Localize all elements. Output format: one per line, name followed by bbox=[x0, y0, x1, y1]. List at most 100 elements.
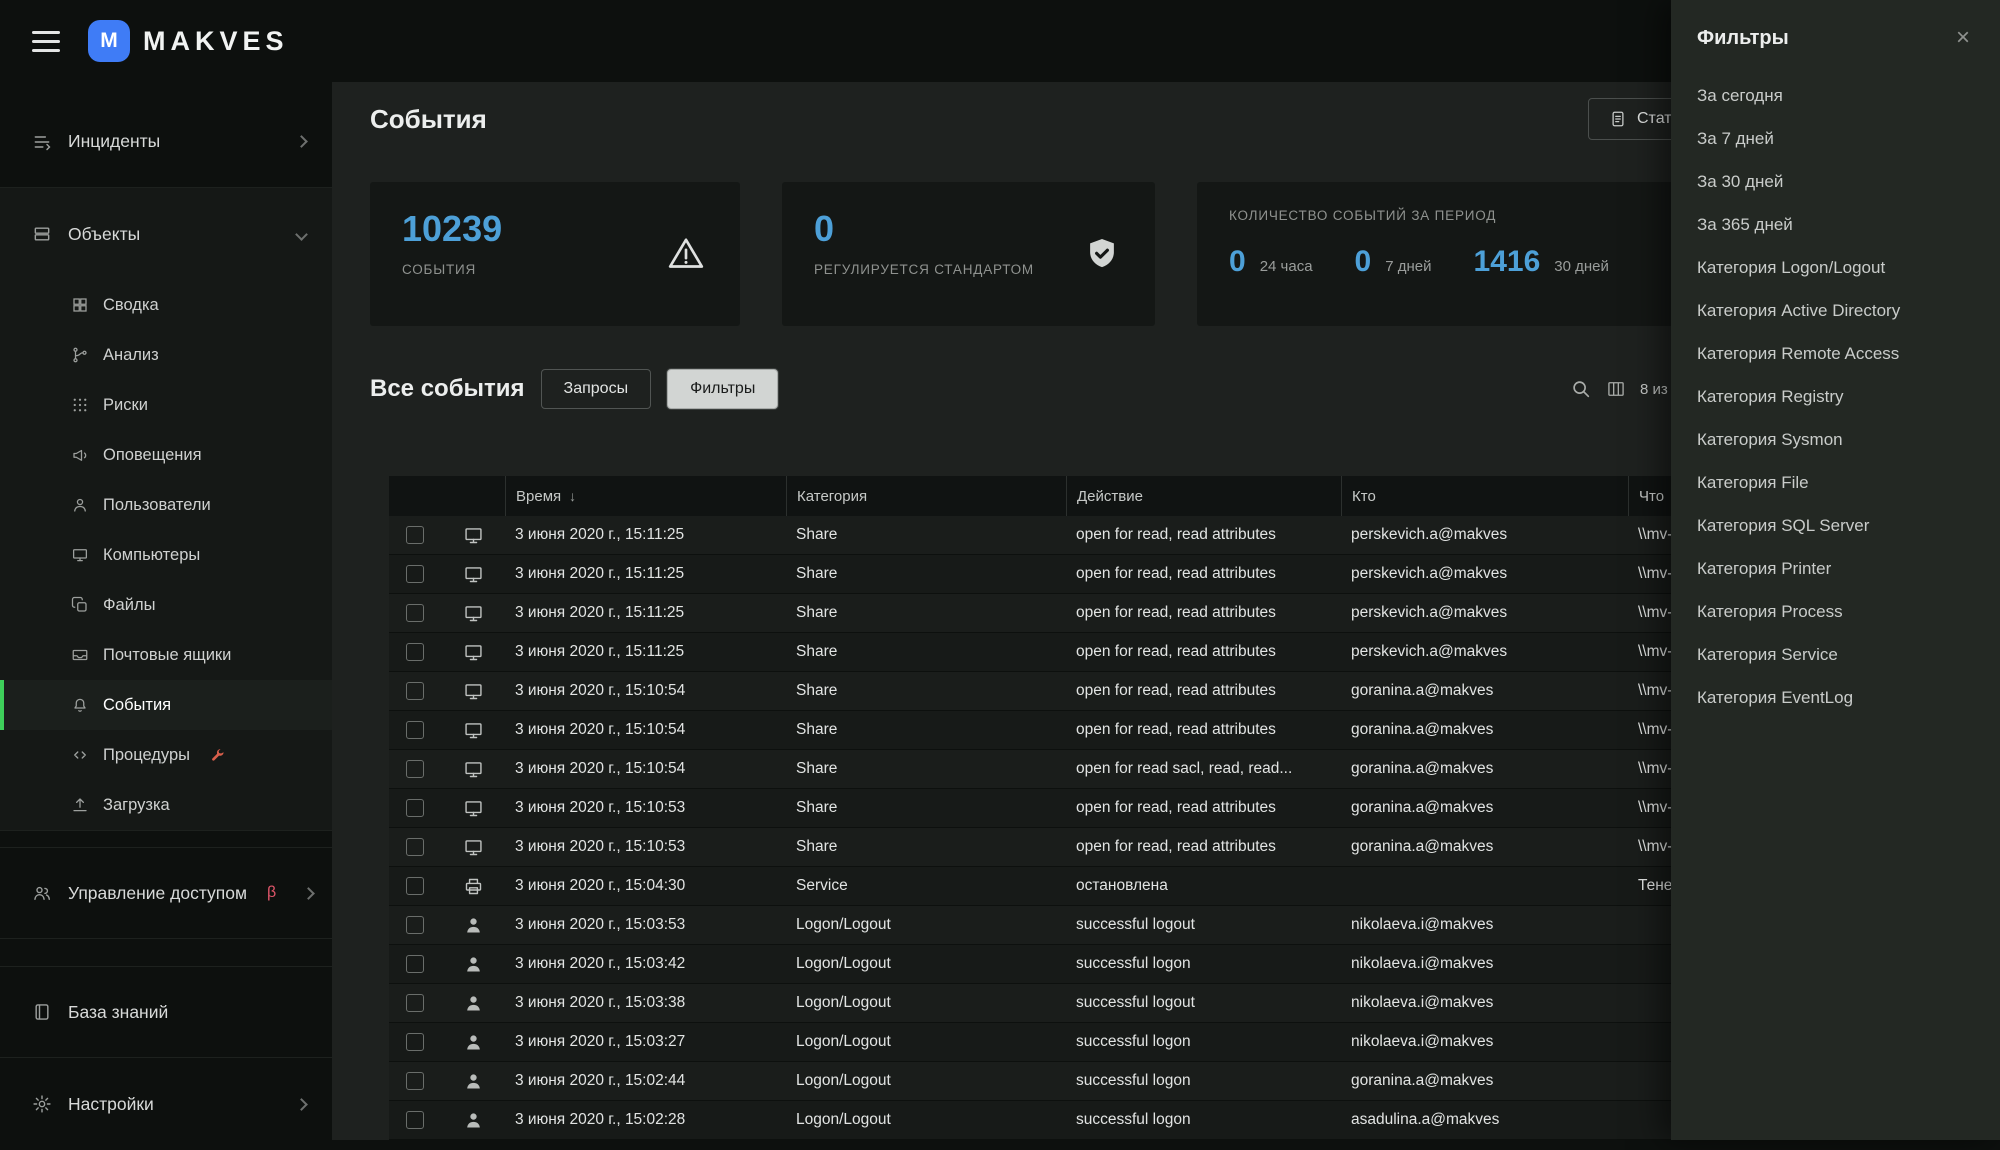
cell-who: goranina.a@makves bbox=[1341, 760, 1628, 778]
sidebar-item-computers[interactable]: Компьютеры bbox=[0, 530, 332, 580]
row-checkbox[interactable] bbox=[406, 604, 424, 622]
sidebar-item-events[interactable]: События bbox=[0, 680, 332, 730]
sidebar-item-summary[interactable]: Сводка bbox=[0, 280, 332, 330]
sidebar-item-knowledge-base[interactable]: База знаний bbox=[0, 966, 332, 1058]
menu-icon[interactable] bbox=[32, 25, 60, 58]
filter-option[interactable]: За 30 дней bbox=[1671, 160, 2000, 203]
column-header-action[interactable]: Действие bbox=[1066, 476, 1341, 516]
cell-action: open for read, read attributes bbox=[1066, 643, 1341, 661]
computer-icon bbox=[463, 564, 484, 585]
row-checkbox[interactable] bbox=[406, 916, 424, 934]
cell-category: Share bbox=[786, 526, 1066, 544]
bell-icon bbox=[71, 696, 89, 714]
sidebar-item-incidents[interactable]: Инциденты bbox=[0, 96, 332, 188]
row-checkbox[interactable] bbox=[406, 799, 424, 817]
sidebar-item-files[interactable]: Файлы bbox=[0, 580, 332, 630]
user-icon bbox=[463, 1110, 484, 1131]
search-icon[interactable] bbox=[1570, 378, 1592, 400]
close-icon[interactable]: × bbox=[1956, 26, 1970, 50]
filter-option[interactable]: Категория Process bbox=[1671, 590, 2000, 633]
filter-option[interactable]: За 7 дней bbox=[1671, 117, 2000, 160]
row-checkbox[interactable] bbox=[406, 1111, 424, 1129]
cell-who: goranina.a@makves bbox=[1341, 721, 1628, 739]
filter-option[interactable]: Категория Sysmon bbox=[1671, 418, 2000, 461]
filter-option[interactable]: Категория Active Directory bbox=[1671, 289, 2000, 332]
cell-action: successful logout bbox=[1066, 994, 1341, 1012]
column-header-category[interactable]: Категория bbox=[786, 476, 1066, 516]
filter-option[interactable]: Категория SQL Server bbox=[1671, 504, 2000, 547]
row-checkbox[interactable] bbox=[406, 682, 424, 700]
cell-action: open for read, read attributes bbox=[1066, 721, 1341, 739]
cell-category: Logon/Logout bbox=[786, 1033, 1066, 1051]
sidebar-item-mailboxes[interactable]: Почтовые ящики bbox=[0, 630, 332, 680]
row-checkbox[interactable] bbox=[406, 1033, 424, 1051]
row-checkbox[interactable] bbox=[406, 838, 424, 856]
brand-logo[interactable]: M MAKVES bbox=[88, 20, 289, 62]
cell-action: open for read, read attributes bbox=[1066, 604, 1341, 622]
filter-option[interactable]: За 365 дней bbox=[1671, 203, 2000, 246]
sidebar: Инциденты Объекты Сводка Анализ Риски Оп… bbox=[0, 82, 332, 1140]
column-header-time[interactable]: Время ↓ bbox=[505, 476, 786, 516]
filter-option[interactable]: Категория Remote Access bbox=[1671, 332, 2000, 375]
chevron-down-icon bbox=[295, 228, 308, 241]
header-icon-cell bbox=[441, 476, 505, 516]
sidebar-item-analysis[interactable]: Анализ bbox=[0, 330, 332, 380]
cell-who: perskevich.a@makves bbox=[1341, 565, 1628, 583]
sidebar-item-risks[interactable]: Риски bbox=[0, 380, 332, 430]
sidebar-item-procedures[interactable]: Процедуры bbox=[0, 730, 332, 780]
computer-icon bbox=[463, 720, 484, 741]
period-7d-label: 7 дней bbox=[1385, 258, 1431, 275]
dashboard-icon bbox=[71, 296, 89, 314]
filter-option[interactable]: За сегодня bbox=[1671, 74, 2000, 117]
sidebar-item-objects[interactable]: Объекты bbox=[0, 188, 332, 280]
cell-who: goranina.a@makves bbox=[1341, 838, 1628, 856]
row-checkbox[interactable] bbox=[406, 760, 424, 778]
sidebar-item-users[interactable]: Пользователи bbox=[0, 480, 332, 530]
filters-button[interactable]: Фильтры bbox=[667, 369, 778, 409]
printer-icon bbox=[463, 876, 484, 897]
row-checkbox[interactable] bbox=[406, 565, 424, 583]
row-checkbox[interactable] bbox=[406, 1072, 424, 1090]
filter-option[interactable]: Категория Service bbox=[1671, 633, 2000, 676]
column-label: Что bbox=[1639, 488, 1664, 505]
filter-option[interactable]: Категория Printer bbox=[1671, 547, 2000, 590]
filter-option[interactable]: Категория Registry bbox=[1671, 375, 2000, 418]
row-checkbox[interactable] bbox=[406, 526, 424, 544]
row-checkbox[interactable] bbox=[406, 994, 424, 1012]
computer-icon bbox=[463, 642, 484, 663]
computer-icon bbox=[463, 759, 484, 780]
cell-action: open for read, read attributes bbox=[1066, 565, 1341, 583]
cell-time: 3 июня 2020 г., 15:10:54 bbox=[505, 721, 786, 739]
computer-icon bbox=[463, 525, 484, 546]
filter-option[interactable]: Категория Logon/Logout bbox=[1671, 246, 2000, 289]
brand-name: MAKVES bbox=[143, 26, 289, 57]
row-checkbox[interactable] bbox=[406, 721, 424, 739]
book-icon bbox=[32, 1002, 52, 1022]
row-checkbox[interactable] bbox=[406, 643, 424, 661]
megaphone-icon bbox=[71, 446, 89, 464]
column-header-who[interactable]: Кто bbox=[1341, 476, 1628, 516]
sidebar-item-upload[interactable]: Загрузка bbox=[0, 780, 332, 830]
cell-time: 3 июня 2020 г., 15:11:25 bbox=[505, 526, 786, 544]
filter-option[interactable]: Категория File bbox=[1671, 461, 2000, 504]
row-checkbox[interactable] bbox=[406, 955, 424, 973]
dots-grid-icon bbox=[71, 396, 89, 414]
sidebar-item-settings[interactable]: Настройки bbox=[0, 1058, 332, 1150]
sort-desc-icon: ↓ bbox=[569, 488, 576, 504]
sidebar-item-alerts[interactable]: Оповещения bbox=[0, 430, 332, 480]
sidebar-item-label: Сводка bbox=[103, 296, 159, 315]
filter-option[interactable]: Категория EventLog bbox=[1671, 676, 2000, 719]
cell-who: perskevich.a@makves bbox=[1341, 526, 1628, 544]
row-checkbox[interactable] bbox=[406, 877, 424, 895]
user-icon bbox=[463, 1032, 484, 1053]
sidebar-item-label: Объекты bbox=[68, 224, 281, 245]
columns-icon[interactable] bbox=[1606, 379, 1626, 399]
cell-who: perskevich.a@makves bbox=[1341, 604, 1628, 622]
queries-button[interactable]: Запросы bbox=[541, 369, 652, 409]
sidebar-item-access-management[interactable]: Управление доступом β bbox=[0, 847, 332, 939]
cell-action: successful logon bbox=[1066, 1072, 1341, 1090]
sidebar-item-label: События bbox=[103, 696, 171, 715]
sidebar-item-label: Почтовые ящики bbox=[103, 646, 231, 665]
cell-time: 3 июня 2020 г., 15:03:53 bbox=[505, 916, 786, 934]
cell-action: open for read, read attributes bbox=[1066, 682, 1341, 700]
